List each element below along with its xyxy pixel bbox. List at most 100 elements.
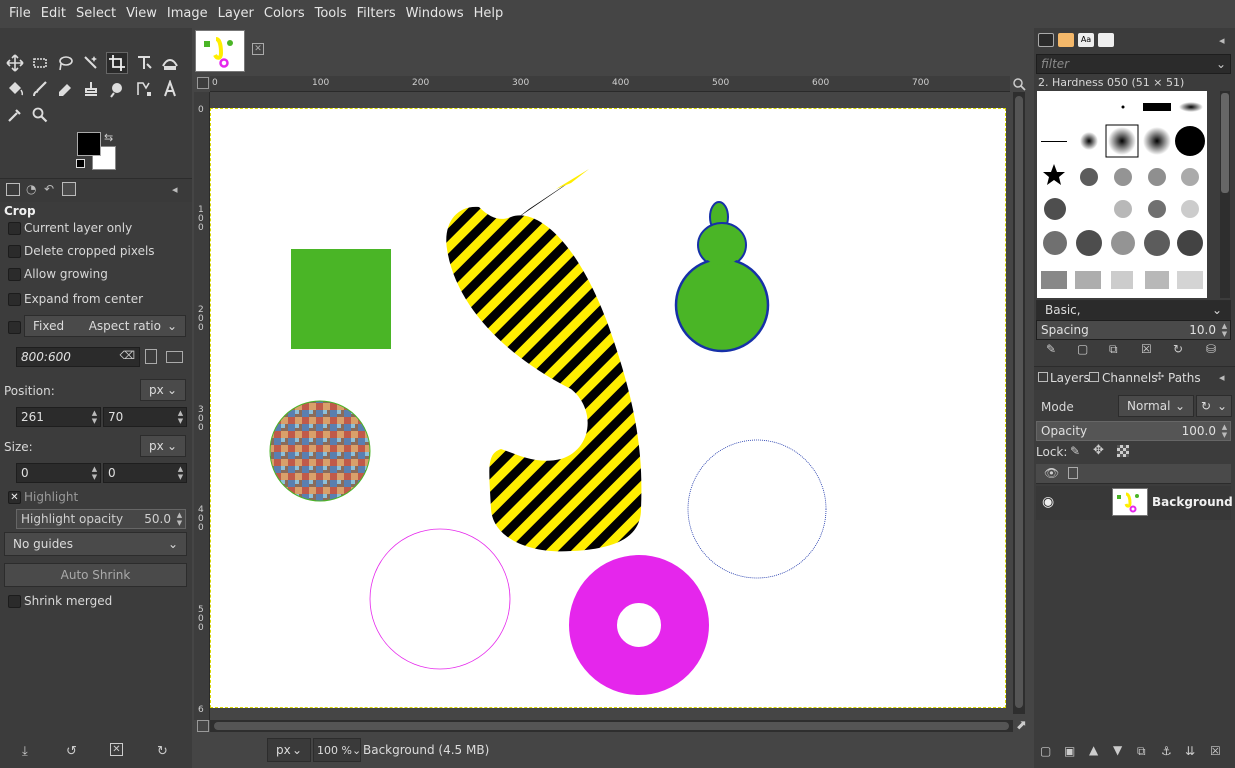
refresh-brushes-icon[interactable]: ↻ bbox=[1173, 342, 1183, 356]
position-y-input[interactable]: 70 ▲ ▼ bbox=[103, 407, 187, 427]
lock-position-icon[interactable]: ✥ bbox=[1093, 443, 1104, 458]
layer-row[interactable]: ◉ Background bbox=[1036, 486, 1233, 520]
size-unit-dropdown[interactable]: px ⌄ bbox=[140, 435, 186, 457]
lasso-tool-icon[interactable] bbox=[54, 52, 76, 74]
foreground-color-swatch[interactable] bbox=[77, 132, 101, 156]
fonts-tab-icon[interactable]: Aa bbox=[1078, 33, 1094, 47]
aspect-ratio-input[interactable]: 800:600 ⌫ bbox=[16, 347, 140, 367]
patterns-tab-icon[interactable] bbox=[1058, 33, 1074, 47]
open-brush-folder-icon[interactable]: ⛁ bbox=[1206, 342, 1216, 356]
allow-growing-checkbox[interactable] bbox=[8, 268, 21, 281]
edit-brush-icon[interactable]: ✎ bbox=[1046, 342, 1056, 356]
configure-tab-icon[interactable]: ◂ bbox=[1219, 34, 1225, 47]
menu-windows[interactable]: Windows bbox=[401, 0, 469, 28]
duplicate-brush-icon[interactable]: ⧉ bbox=[1109, 342, 1118, 357]
crop-tool-icon[interactable] bbox=[106, 52, 128, 74]
warp-tool-icon[interactable] bbox=[159, 52, 181, 74]
new-brush-icon[interactable]: ▢ bbox=[1077, 342, 1088, 356]
quick-mask-corner-icon[interactable] bbox=[197, 77, 209, 89]
move-tool-icon[interactable] bbox=[4, 52, 26, 74]
eraser-tool-icon[interactable] bbox=[54, 78, 76, 100]
lower-layer-icon[interactable]: ▼ bbox=[1113, 743, 1122, 757]
zoom-image-icon[interactable]: ⬈ bbox=[1016, 718, 1027, 733]
quick-mask-toggle-icon[interactable] bbox=[197, 720, 209, 732]
landscape-icon[interactable] bbox=[166, 351, 183, 363]
size-h-input[interactable]: 0 ▲ ▼ bbox=[103, 463, 187, 483]
transform-tool-icon[interactable] bbox=[133, 52, 155, 74]
layer-opacity-slider[interactable]: Opacity 100.0 ▲ ▼ bbox=[1036, 421, 1231, 441]
menu-colors[interactable]: Colors bbox=[259, 0, 310, 28]
document-history-tab-icon[interactable] bbox=[1098, 33, 1114, 47]
tool-options-tab-icon[interactable] bbox=[6, 183, 20, 196]
fixed-checkbox[interactable] bbox=[8, 321, 21, 334]
image-canvas[interactable] bbox=[210, 108, 1006, 708]
spin-arrows-icon[interactable]: ▲ ▼ bbox=[90, 465, 99, 481]
position-unit-dropdown[interactable]: px ⌄ bbox=[140, 379, 186, 401]
zoom-tool-icon[interactable] bbox=[29, 104, 51, 126]
delete-layer-icon[interactable]: ☒ bbox=[1210, 744, 1221, 758]
brush-grid[interactable] bbox=[1037, 91, 1207, 298]
brush-tag-dropdown[interactable]: Basic, ⌄ bbox=[1036, 300, 1231, 320]
merge-layer-icon[interactable]: ⇊ bbox=[1185, 744, 1195, 758]
horizontal-scroll-thumb[interactable] bbox=[214, 722, 1009, 730]
bucket-fill-tool-icon[interactable] bbox=[4, 78, 26, 100]
navigate-icon[interactable] bbox=[1012, 77, 1026, 91]
delete-tool-preset-icon[interactable]: ✕ bbox=[110, 743, 123, 756]
raise-layer-icon[interactable]: ▲ bbox=[1089, 743, 1098, 757]
brush-filter-input[interactable]: filter ⌄ bbox=[1036, 54, 1231, 74]
menu-file[interactable]: File bbox=[4, 0, 36, 28]
menu-help[interactable]: Help bbox=[469, 0, 509, 28]
unit-dropdown[interactable]: px ⌄ bbox=[267, 738, 311, 762]
brushes-tab-icon[interactable] bbox=[1038, 33, 1054, 47]
fuzzy-select-tool-icon[interactable] bbox=[80, 52, 102, 74]
reset-tool-options-icon[interactable]: ↻ bbox=[157, 744, 168, 759]
clone-tool-icon[interactable] bbox=[80, 78, 102, 100]
rect-select-tool-icon[interactable] bbox=[29, 52, 51, 74]
expand-from-center-checkbox[interactable] bbox=[8, 293, 21, 306]
vertical-scroll-thumb[interactable] bbox=[1015, 96, 1023, 708]
anchor-layer-icon[interactable]: ⚓ bbox=[1161, 744, 1172, 758]
position-x-input[interactable]: 261 ▲ ▼ bbox=[16, 407, 101, 427]
tab-paths[interactable]: Paths bbox=[1168, 371, 1201, 385]
spacing-slider[interactable]: Spacing 10.0 ▲ ▼ bbox=[1036, 320, 1231, 340]
path-tool-icon[interactable] bbox=[133, 78, 155, 100]
auto-shrink-button[interactable]: Auto Shrink bbox=[4, 563, 187, 587]
highlight-checkbox[interactable]: ✕ bbox=[8, 491, 21, 504]
lock-alpha-icon[interactable] bbox=[1117, 445, 1129, 457]
spin-arrows-icon[interactable]: ▲ ▼ bbox=[176, 409, 185, 425]
guides-dropdown[interactable]: No guides ⌄ bbox=[4, 532, 187, 556]
undo-history-tab-icon[interactable]: ↶ bbox=[44, 182, 54, 196]
images-tab-icon[interactable] bbox=[62, 182, 76, 196]
menu-filters[interactable]: Filters bbox=[352, 0, 401, 28]
menu-select[interactable]: Select bbox=[71, 0, 121, 28]
spin-arrows-icon[interactable]: ▲ ▼ bbox=[1220, 322, 1229, 338]
image-tab-thumbnail[interactable] bbox=[195, 30, 245, 72]
layer-mode-dropdown[interactable]: Normal ⌄ bbox=[1118, 395, 1194, 417]
configure-tab-icon[interactable]: ◂ bbox=[172, 183, 178, 196]
tab-layers[interactable]: Layers bbox=[1050, 371, 1090, 385]
spin-arrows-icon[interactable]: ▲ ▼ bbox=[1220, 423, 1229, 439]
paintbrush-tool-icon[interactable] bbox=[29, 78, 51, 100]
portrait-icon[interactable] bbox=[145, 349, 157, 364]
smudge-tool-icon[interactable] bbox=[106, 78, 128, 100]
menu-layer[interactable]: Layer bbox=[213, 0, 259, 28]
vertical-scrollbar[interactable] bbox=[1013, 92, 1025, 714]
restore-tool-preset-icon[interactable]: ↺ bbox=[66, 744, 77, 759]
color-picker-tool-icon[interactable] bbox=[4, 104, 26, 126]
current-layer-only-checkbox[interactable] bbox=[8, 222, 21, 235]
swap-colors-icon[interactable]: ⇆ bbox=[104, 131, 113, 144]
menu-edit[interactable]: Edit bbox=[36, 0, 71, 28]
highlight-opacity-slider[interactable]: Highlight opacity 50.0 ▲ ▼ bbox=[16, 509, 186, 529]
horizontal-scrollbar[interactable] bbox=[210, 720, 1013, 732]
composite-mode-dropdown[interactable]: ↻ ⌄ bbox=[1196, 395, 1232, 417]
menu-tools[interactable]: Tools bbox=[310, 0, 352, 28]
duplicate-layer-icon[interactable]: ⧉ bbox=[1137, 744, 1146, 759]
close-image-icon[interactable]: ✕ bbox=[252, 43, 264, 55]
tab-channels[interactable]: Channels bbox=[1102, 371, 1158, 385]
clear-icon[interactable]: ⌫ bbox=[119, 349, 135, 362]
fixed-mode-dropdown[interactable]: Fixed Aspect ratio ⌄ bbox=[24, 315, 186, 337]
spin-arrows-icon[interactable]: ▲ ▼ bbox=[90, 409, 99, 425]
default-colors-icon[interactable] bbox=[76, 159, 85, 168]
spin-arrows-icon[interactable]: ▲ ▼ bbox=[176, 465, 185, 481]
size-w-input[interactable]: 0 ▲ ▼ bbox=[16, 463, 101, 483]
